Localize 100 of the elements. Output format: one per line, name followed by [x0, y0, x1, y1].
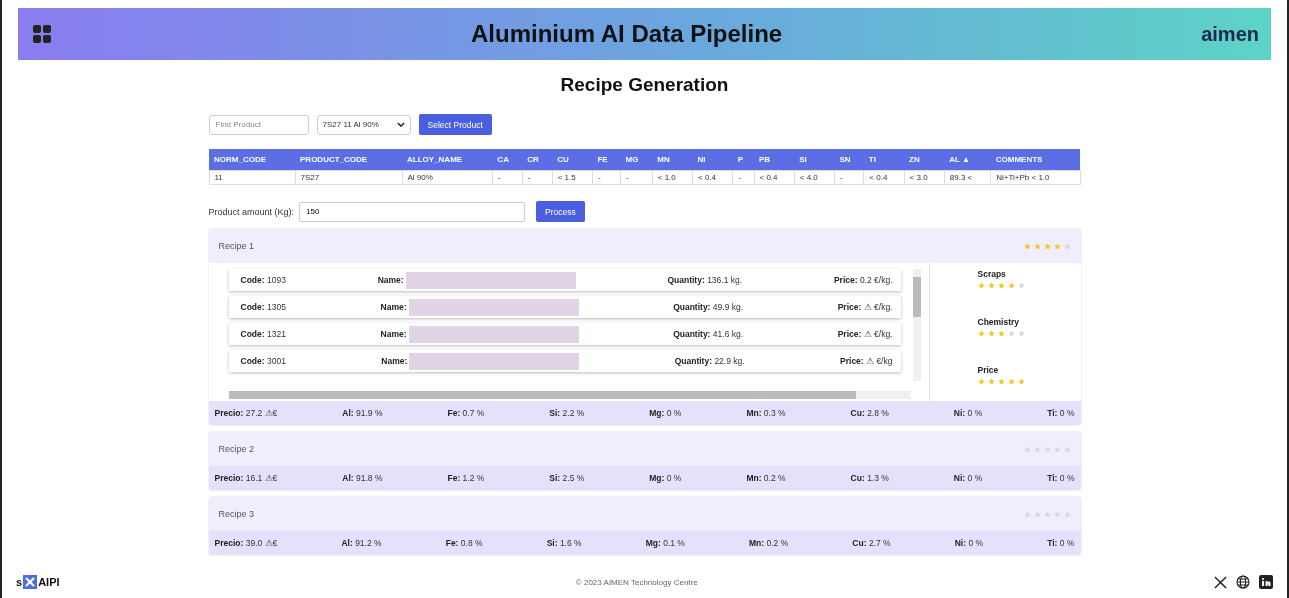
linkedin-icon[interactable] — [1259, 575, 1273, 589]
star-icon — [1017, 378, 1025, 385]
scrap-price: Price: 0.2 €/kg. — [833, 275, 893, 285]
scrap-price: Price: ⚠ €/kg. — [837, 329, 893, 339]
table-cell: - — [592, 170, 621, 185]
star-icon — [1007, 378, 1015, 385]
vertical-scrollbar[interactable] — [912, 269, 921, 381]
search-field[interactable]: Find Product — [208, 114, 309, 135]
column-header[interactable]: AL ▲ — [944, 149, 991, 171]
column-header[interactable]: TI — [863, 149, 905, 171]
copyright-text: © 2023 AIMEN Technology Centre — [575, 577, 698, 587]
summary-value: Precio: 27.2 ⚠€ — [214, 408, 278, 418]
recipe-header[interactable]: Recipe 2 — [208, 432, 1081, 466]
column-header[interactable]: CA — [492, 149, 523, 171]
summary-value: Cu: 2.8 % — [850, 408, 889, 418]
column-header[interactable]: P — [732, 149, 754, 171]
amount-label: Product amount (Kg): — [208, 206, 295, 217]
recipe-title: Recipe 3 — [218, 509, 255, 519]
table-cell: < 0.4 — [692, 170, 733, 185]
page-title: Recipe Generation — [559, 74, 730, 96]
name-label: Name: — [381, 356, 408, 366]
star-icon — [1043, 445, 1051, 453]
grid-menu-icon[interactable] — [32, 24, 52, 44]
column-header[interactable]: CU — [552, 149, 593, 171]
recipe-header[interactable]: Recipe 3 — [208, 497, 1081, 531]
summary-value: Al: 91.9 % — [342, 408, 383, 418]
recipe-header[interactable]: Recipe 1 — [208, 229, 1081, 263]
table-cell: 7S27 — [295, 170, 402, 185]
process-button[interactable]: Process — [536, 201, 585, 222]
table-cell: - — [732, 170, 754, 185]
star-icon — [977, 378, 985, 385]
summary-value: Precio: 16.1 ⚠€ — [214, 473, 278, 483]
scrap-quantity: Quantity: 49.9 kg. — [673, 302, 744, 312]
table-cell: Ni+Ti+Pb < 1.0 — [990, 170, 1080, 185]
column-header[interactable]: PRODUCT_CODE — [295, 149, 402, 171]
column-header[interactable]: FE — [592, 149, 621, 171]
table-cell: - — [522, 170, 553, 185]
summary-value: Al: 91.8 % — [342, 473, 383, 483]
amount-field[interactable]: 150 — [299, 201, 526, 222]
summary-value: Fe: 0.8 % — [445, 538, 483, 548]
summary-value: Cu: 1.3 % — [850, 473, 889, 483]
scrap-code: Code: 1093 — [240, 275, 286, 285]
summary-value: Mg: 0 % — [649, 408, 682, 418]
star-icon — [987, 378, 995, 385]
summary-value: Cu: 2.7 % — [852, 538, 891, 548]
table-cell: < 0.4 — [754, 170, 795, 185]
scrap-code: Code: 1305 — [240, 302, 286, 312]
column-header[interactable]: ALLOY_NAME — [402, 149, 493, 171]
summary-value: Ni: 0 % — [953, 408, 983, 418]
star-icon — [1033, 510, 1041, 518]
star-icon — [1007, 282, 1015, 289]
column-header[interactable]: SI — [794, 149, 835, 171]
star-icon — [1017, 282, 1025, 289]
column-header[interactable]: NORM_CODE — [209, 149, 296, 171]
star-icon — [1063, 445, 1071, 453]
horizontal-scrollbar[interactable] — [228, 391, 911, 399]
column-header[interactable]: COMMENTS — [990, 149, 1080, 171]
star-icon — [977, 330, 985, 337]
star-icon — [997, 378, 1005, 385]
summary-value: Precio: 39.0 ⚠€ — [214, 538, 278, 548]
scrap-code: Code: 3001 — [240, 356, 286, 366]
star-icon — [1017, 330, 1025, 337]
column-header[interactable]: MG — [620, 149, 653, 171]
globe-icon[interactable] — [1236, 575, 1250, 589]
summary-value: Si: 2.2 % — [549, 408, 585, 418]
rating-label: Price — [977, 365, 1000, 375]
star-icon — [987, 282, 995, 289]
scrap-quantity: Quantity: 22.9 kg. — [674, 356, 745, 366]
table-cell: - — [620, 170, 653, 185]
star-icon — [1053, 510, 1061, 518]
star-icon — [1053, 242, 1061, 250]
column-header[interactable]: SN — [834, 149, 864, 171]
star-icon — [1033, 242, 1041, 250]
table-cell: Al 90% — [402, 170, 493, 185]
star-icon — [1063, 242, 1071, 250]
summary-value: Ni: 0 % — [954, 538, 984, 548]
summary-value: Fe: 1.2 % — [447, 473, 485, 483]
x-icon[interactable] — [1214, 575, 1227, 589]
table-cell: - — [492, 170, 523, 185]
select-product-button[interactable]: Select Product — [418, 114, 492, 135]
product-dropdown[interactable]: 7S27 11 Al 90% — [316, 114, 411, 135]
column-header[interactable]: ZN — [904, 149, 945, 171]
summary-value: Mg: 0 % — [649, 473, 682, 483]
summary-value: Si: 1.6 % — [546, 538, 582, 548]
column-header[interactable]: MN — [652, 149, 693, 171]
name-label: Name: — [380, 302, 407, 312]
summary-value: Mn: 0.2 % — [749, 538, 789, 548]
table-cell: 11 — [209, 170, 296, 185]
scrap-code: Code: 1321 — [240, 329, 286, 339]
name-label: Name: — [377, 275, 404, 285]
summary-value: Ti: 0 % — [1047, 408, 1075, 418]
summary-value: Ni: 0 % — [953, 473, 983, 483]
summary-value: Ti: 0 % — [1047, 538, 1075, 548]
column-header[interactable]: NI — [692, 149, 733, 171]
column-header[interactable]: CR — [522, 149, 553, 171]
column-header[interactable]: PB — [754, 149, 795, 171]
name-label: Name: — [380, 329, 407, 339]
table-cell: - — [834, 170, 864, 185]
table-cell: < 1.5 — [552, 170, 593, 185]
star-icon — [1043, 242, 1051, 250]
